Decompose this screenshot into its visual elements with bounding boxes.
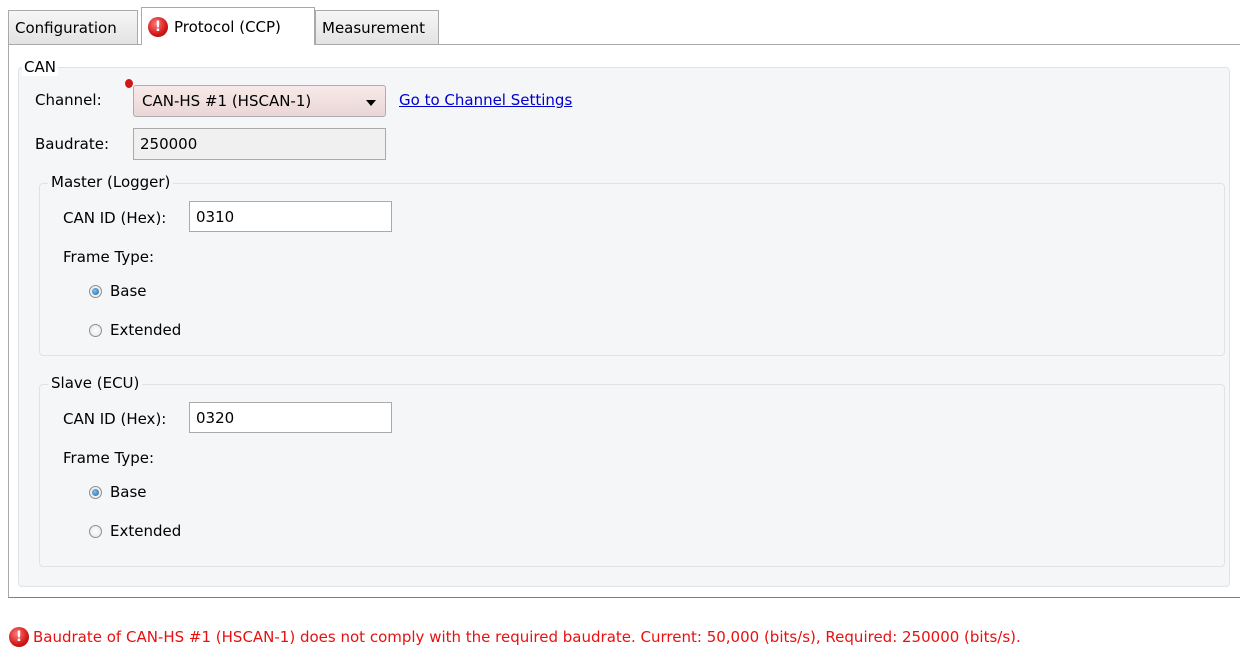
go-to-channel-settings-link[interactable]: Go to Channel Settings xyxy=(399,91,572,109)
channel-error-icon xyxy=(125,79,133,88)
slave-can-id-label: CAN ID (Hex): xyxy=(63,410,167,428)
error-icon: ! xyxy=(9,627,29,647)
error-icon: ! xyxy=(148,16,168,37)
master-group-title: Master (Logger) xyxy=(48,173,174,191)
baudrate-label: Baudrate: xyxy=(35,135,110,153)
channel-select[interactable]: CAN-HS #1 (HSCAN-1) xyxy=(133,85,386,117)
tab-measurement[interactable]: Measurement xyxy=(315,10,439,44)
master-can-id-value: 0310 xyxy=(196,207,235,226)
tab-configuration-label: Configuration xyxy=(15,18,117,37)
slave-group-title: Slave (ECU) xyxy=(48,374,143,392)
tab-configuration[interactable]: Configuration xyxy=(8,10,138,44)
status-message: Baudrate of CAN-HS #1 (HSCAN-1) does not… xyxy=(33,628,1021,646)
slave-frame-extended-radio[interactable] xyxy=(89,525,102,538)
master-frame-base-label[interactable]: Base xyxy=(110,282,147,300)
tab-protocol-ccp[interactable]: ! Protocol (CCP) xyxy=(141,7,315,45)
master-frame-extended-label[interactable]: Extended xyxy=(110,321,181,339)
slave-can-id-value: 0320 xyxy=(196,408,235,427)
tab-measurement-label: Measurement xyxy=(322,18,425,37)
slave-frame-base-label[interactable]: Base xyxy=(110,483,147,501)
can-group-title: CAN xyxy=(22,58,58,76)
master-can-id-label: CAN ID (Hex): xyxy=(63,209,167,227)
channel-select-value: CAN-HS #1 (HSCAN-1) xyxy=(142,92,312,110)
master-frame-type-label: Frame Type: xyxy=(63,248,155,266)
slave-frame-base-radio[interactable] xyxy=(89,486,102,499)
slave-frame-extended-label[interactable]: Extended xyxy=(110,522,181,540)
tab-protocol-ccp-label: Protocol (CCP) xyxy=(174,17,281,36)
master-frame-base-radio[interactable] xyxy=(89,285,102,298)
master-can-id-input[interactable]: 0310 xyxy=(189,201,392,232)
master-frame-extended-radio[interactable] xyxy=(89,324,102,337)
chevron-down-icon xyxy=(366,100,376,106)
slave-can-id-input[interactable]: 0320 xyxy=(189,402,392,433)
channel-label: Channel: xyxy=(35,91,102,109)
slave-frame-type-label: Frame Type: xyxy=(63,449,155,467)
baudrate-field: 250000 xyxy=(133,128,386,160)
baudrate-value: 250000 xyxy=(140,135,198,153)
